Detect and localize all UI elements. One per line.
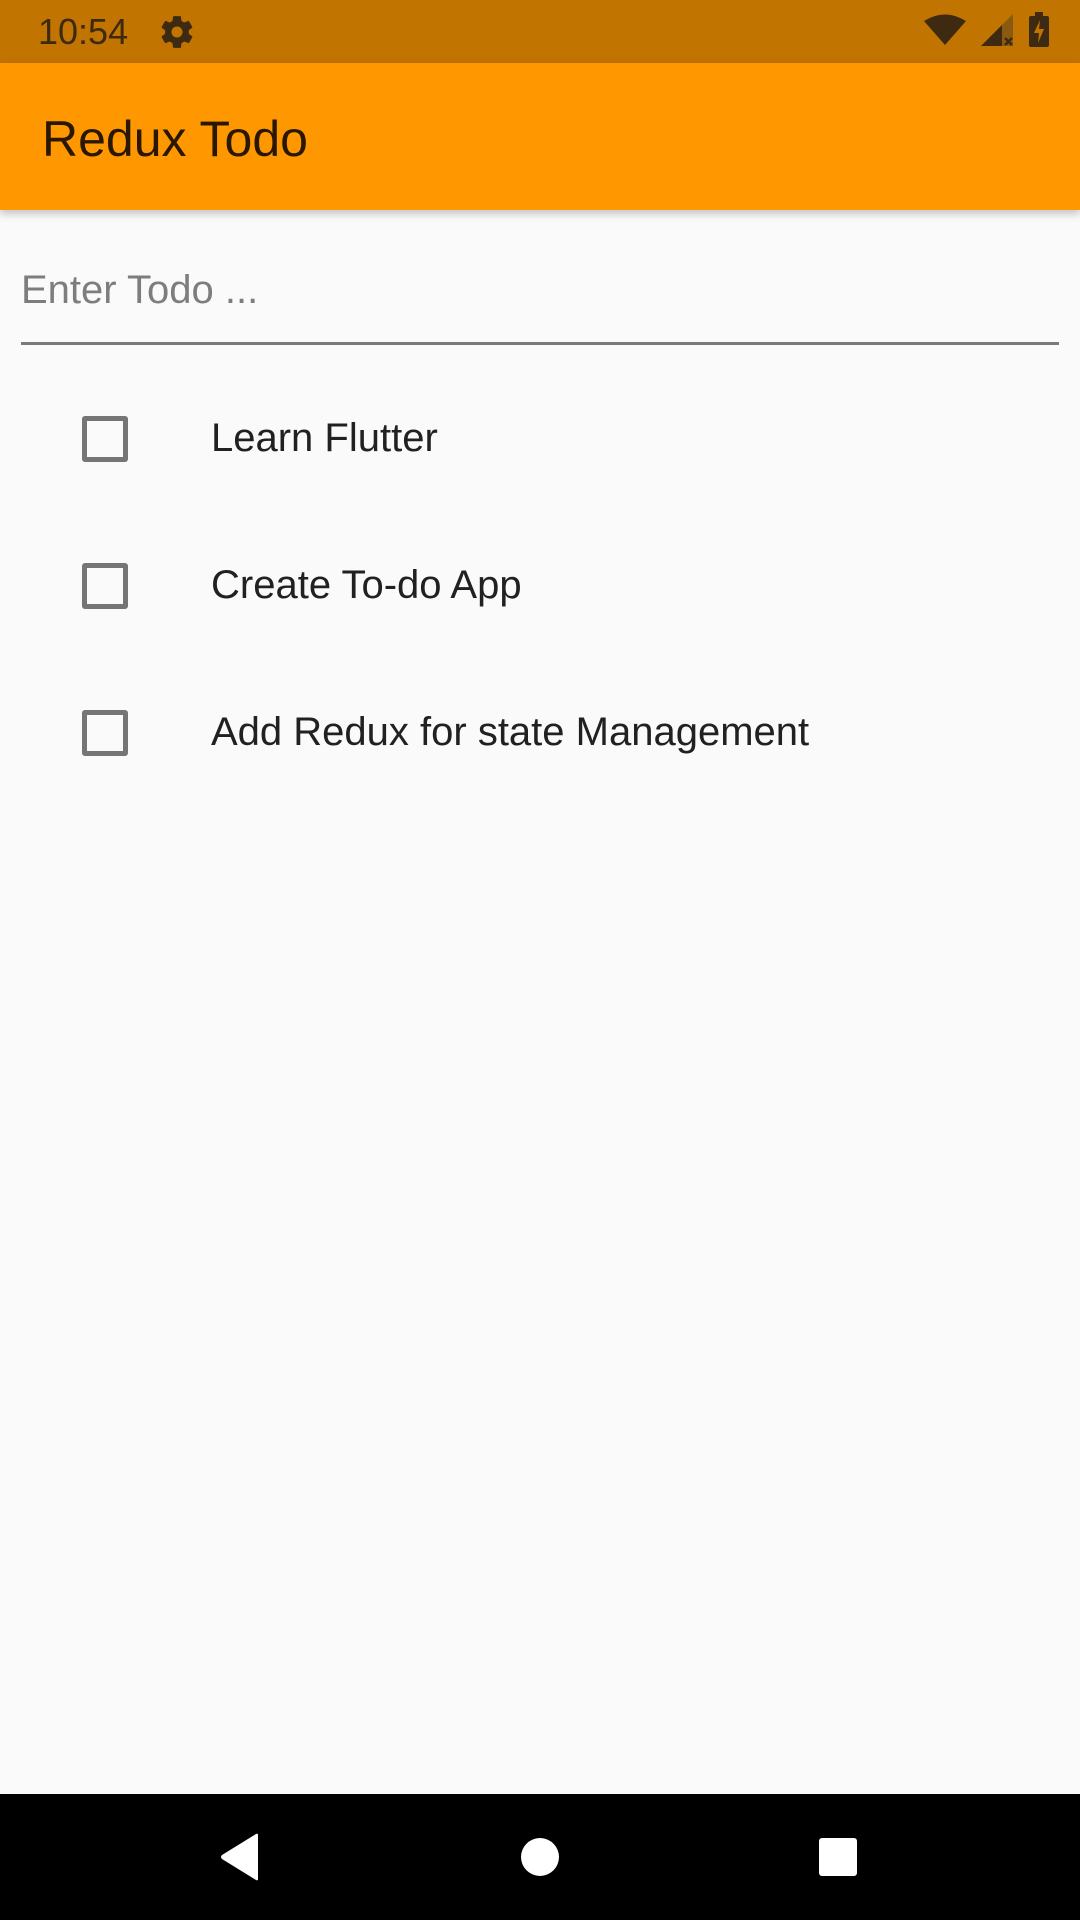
list-item[interactable]: Create To-do App	[0, 513, 1080, 660]
todo-input[interactable]	[21, 250, 1059, 330]
checkbox[interactable]	[82, 563, 128, 609]
cell-signal-icon	[980, 13, 1014, 52]
gear-icon	[158, 13, 196, 51]
checkbox[interactable]	[82, 710, 128, 756]
list-item[interactable]: Learn Flutter	[0, 366, 1080, 513]
list-item[interactable]: Add Redux for state Management	[0, 660, 1080, 807]
back-icon[interactable]	[210, 1827, 270, 1887]
recents-icon[interactable]	[808, 1827, 868, 1887]
status-time: 10:54	[38, 11, 129, 52]
status-icons	[924, 11, 1050, 53]
todo-label: Create To-do App	[211, 563, 522, 607]
todo-label: Add Redux for state Management	[211, 710, 810, 754]
page-title: Redux Todo	[42, 111, 308, 167]
todo-list: Learn Flutter Create To-do App Add Redux…	[0, 366, 1080, 807]
navigation-bar	[0, 1794, 1080, 1920]
status-bar: 10:54	[0, 0, 1080, 63]
battery-icon	[1028, 11, 1050, 53]
wifi-icon	[924, 14, 966, 51]
home-icon[interactable]	[510, 1827, 570, 1887]
app-bar: Redux Todo	[0, 63, 1080, 210]
todo-label: Learn Flutter	[211, 416, 438, 460]
checkbox[interactable]	[82, 416, 128, 462]
todo-input-container	[21, 250, 1059, 345]
